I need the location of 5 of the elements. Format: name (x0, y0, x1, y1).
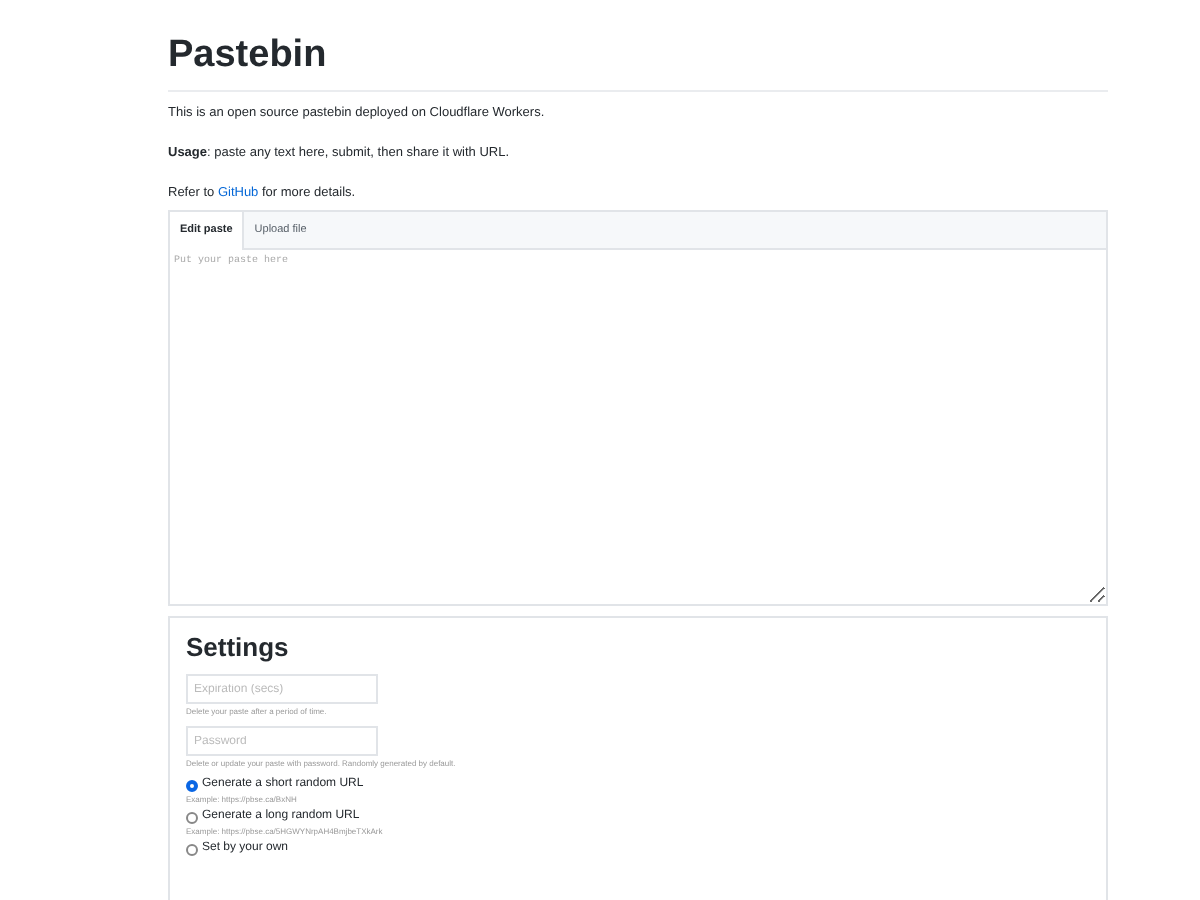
settings-heading: Settings (186, 630, 289, 666)
radio-button[interactable] (186, 779, 198, 791)
radio-button[interactable] (186, 843, 198, 855)
page-title: Pastebin (168, 32, 327, 80)
radio-button[interactable] (186, 811, 198, 823)
